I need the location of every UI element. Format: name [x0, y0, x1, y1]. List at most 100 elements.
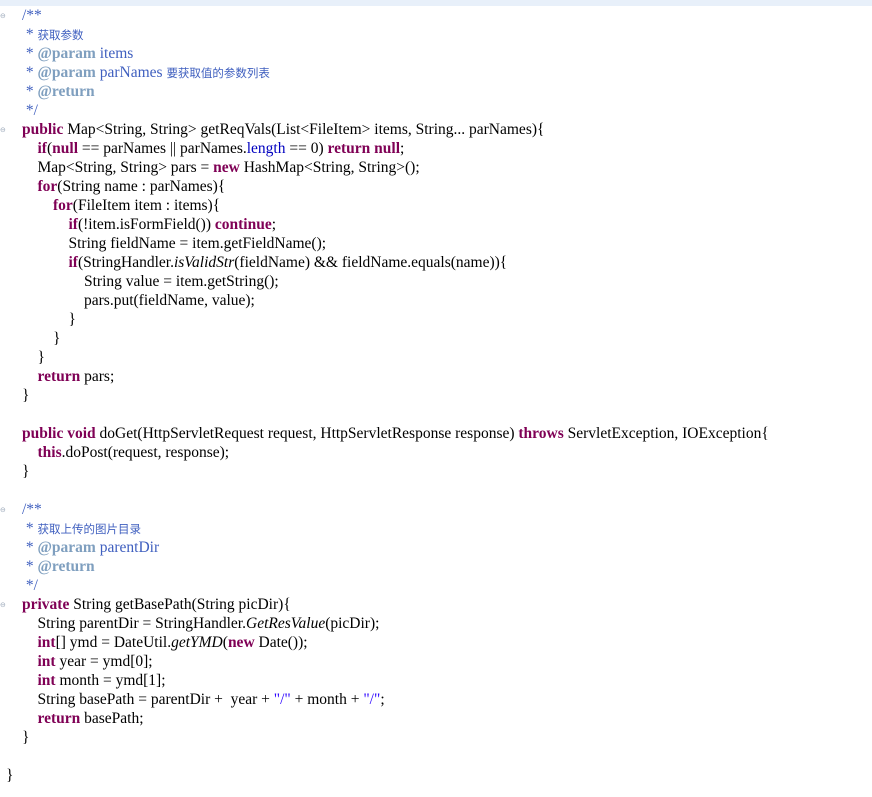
code-line[interactable]: }	[22, 462, 29, 481]
code-keyword: for	[53, 197, 73, 214]
code-line[interactable]: * @param parNames 要获取值的参数列表	[22, 63, 270, 82]
code-line[interactable]: if(StringHandler.isValidStr(fieldName) &…	[22, 253, 508, 272]
code-line[interactable]: if(!item.isFormField()) continue;	[22, 215, 277, 234]
code-comment: @param	[37, 539, 96, 556]
code-keyword: return	[37, 368, 81, 385]
code-keyword: new	[227, 634, 255, 651]
code-line[interactable]: int year = ymd[0];	[22, 652, 153, 671]
code-line[interactable]: for(FileItem item : items){	[22, 196, 220, 215]
code-comment: parentDir	[95, 539, 160, 556]
code-line[interactable]: public Map<String, String> getReqVals(Li…	[22, 120, 544, 139]
code-keyword: int	[37, 634, 56, 651]
code-keyword: return	[327, 140, 371, 157]
code-token: month = ymd[1];	[55, 672, 166, 689]
code-line[interactable]: for(String name : parNames){	[22, 177, 226, 196]
code-token: HashMap<String, String>();	[239, 159, 420, 176]
code-comment: /**	[22, 7, 42, 24]
code-line[interactable]: }	[22, 310, 76, 329]
code-token: Map<String, String> pars =	[22, 159, 214, 176]
code-keyword: for	[37, 178, 58, 195]
code-comment: *	[22, 539, 38, 556]
code-token: (FileItem item : items){	[72, 197, 221, 214]
code-line[interactable]: * @return	[22, 557, 95, 576]
code-comment: @param	[37, 64, 96, 81]
code-token: String value = item.getString();	[22, 273, 279, 290]
code-token: String getBasePath(String picDir){	[69, 596, 291, 613]
code-line[interactable]: String value = item.getString();	[22, 272, 279, 291]
code-token: (fieldName) && fieldName.equals(name)){	[234, 254, 508, 271]
code-keyword: if	[68, 254, 78, 271]
code-keyword: int	[37, 672, 56, 689]
code-token: (StringHandler.	[77, 254, 174, 271]
code-token: ;	[271, 216, 277, 233]
code-token: ;	[400, 140, 405, 157]
code-token: (String name : parNames){	[57, 178, 226, 195]
code-line[interactable]: return basePath;	[22, 709, 144, 728]
code-token: }	[22, 349, 45, 366]
code-token: .doPost(request, response);	[61, 444, 230, 461]
code-string: "/"	[363, 691, 381, 708]
code-token: }	[22, 311, 76, 328]
code-line[interactable]: * @param items	[22, 44, 133, 63]
code-line[interactable]: * 获取上传的图片目录	[22, 519, 141, 538]
code-line[interactable]: }	[6, 766, 13, 785]
code-comment: *	[22, 558, 38, 575]
code-comment: *	[22, 64, 38, 81]
code-line[interactable]: }	[22, 386, 29, 405]
code-token: (picDir);	[325, 615, 380, 632]
code-line[interactable]: String basePath = parentDir + year + "/"…	[22, 690, 385, 709]
code-keyword: throws	[518, 425, 564, 442]
code-line[interactable]: Map<String, String> pars = new HashMap<S…	[22, 158, 420, 177]
code-token: ServletException, IOException{	[563, 425, 769, 442]
code-line[interactable]: return pars;	[22, 367, 115, 386]
code-token: }	[22, 463, 30, 480]
code-line[interactable]: * 获取参数	[22, 25, 84, 44]
code-line[interactable]: public void doGet(HttpServletRequest req…	[22, 424, 769, 443]
code-keyword: public	[22, 121, 64, 138]
code-editor[interactable]: /** * 获取参数 * @param items * @param parNa…	[0, 0, 872, 797]
code-line[interactable]: * @return	[22, 82, 95, 101]
code-line[interactable]: */	[22, 576, 38, 595]
code-token: pars.put(fieldName, value);	[22, 292, 255, 309]
code-line[interactable]: String parentDir = StringHandler.GetResV…	[22, 614, 380, 633]
code-line[interactable]: }	[22, 728, 29, 747]
code-line[interactable]: }	[22, 348, 45, 367]
code-token: getYMD	[171, 634, 223, 651]
code-keyword: new	[213, 159, 240, 176]
code-token: doGet(HttpServletRequest request, HttpSe…	[95, 425, 519, 442]
code-keyword: public	[22, 425, 64, 442]
code-comment: *	[22, 83, 38, 100]
code-line[interactable]: /**	[22, 6, 42, 25]
code-token: pars;	[80, 368, 115, 385]
code-comment: */	[22, 102, 38, 119]
code-line[interactable]: }	[22, 329, 60, 348]
code-line[interactable]: private String getBasePath(String picDir…	[22, 595, 291, 614]
code-line[interactable]: /**	[22, 500, 42, 519]
code-line[interactable]: String fieldName = item.getFieldName();	[22, 234, 327, 253]
code-keyword: this	[37, 444, 62, 461]
code-keyword: return	[37, 710, 81, 727]
code-line[interactable]: int[] ymd = DateUtil.getYMD(new Date());	[22, 633, 308, 652]
code-line[interactable]: int month = ymd[1];	[22, 671, 166, 690]
code-comment: *	[22, 520, 38, 537]
code-token: [] ymd = DateUtil.	[55, 634, 172, 651]
code-line[interactable]: */	[22, 101, 38, 120]
code-keyword: if	[68, 216, 78, 233]
code-line[interactable]: * @param parentDir	[22, 538, 159, 557]
code-keyword: if	[37, 140, 47, 157]
code-token: }	[22, 387, 30, 404]
code-line[interactable]: if(null == parNames || parNames.length =…	[22, 139, 405, 158]
code-token: == parNames || parNames.	[78, 140, 247, 157]
code-token: }	[22, 330, 61, 347]
code-keyword: null	[374, 140, 401, 157]
code-token: GetResValue	[246, 615, 326, 632]
code-keyword: continue	[214, 216, 272, 233]
code-line[interactable]: this.doPost(request, response);	[22, 443, 230, 462]
code-line[interactable]: pars.put(fieldName, value);	[22, 291, 255, 310]
